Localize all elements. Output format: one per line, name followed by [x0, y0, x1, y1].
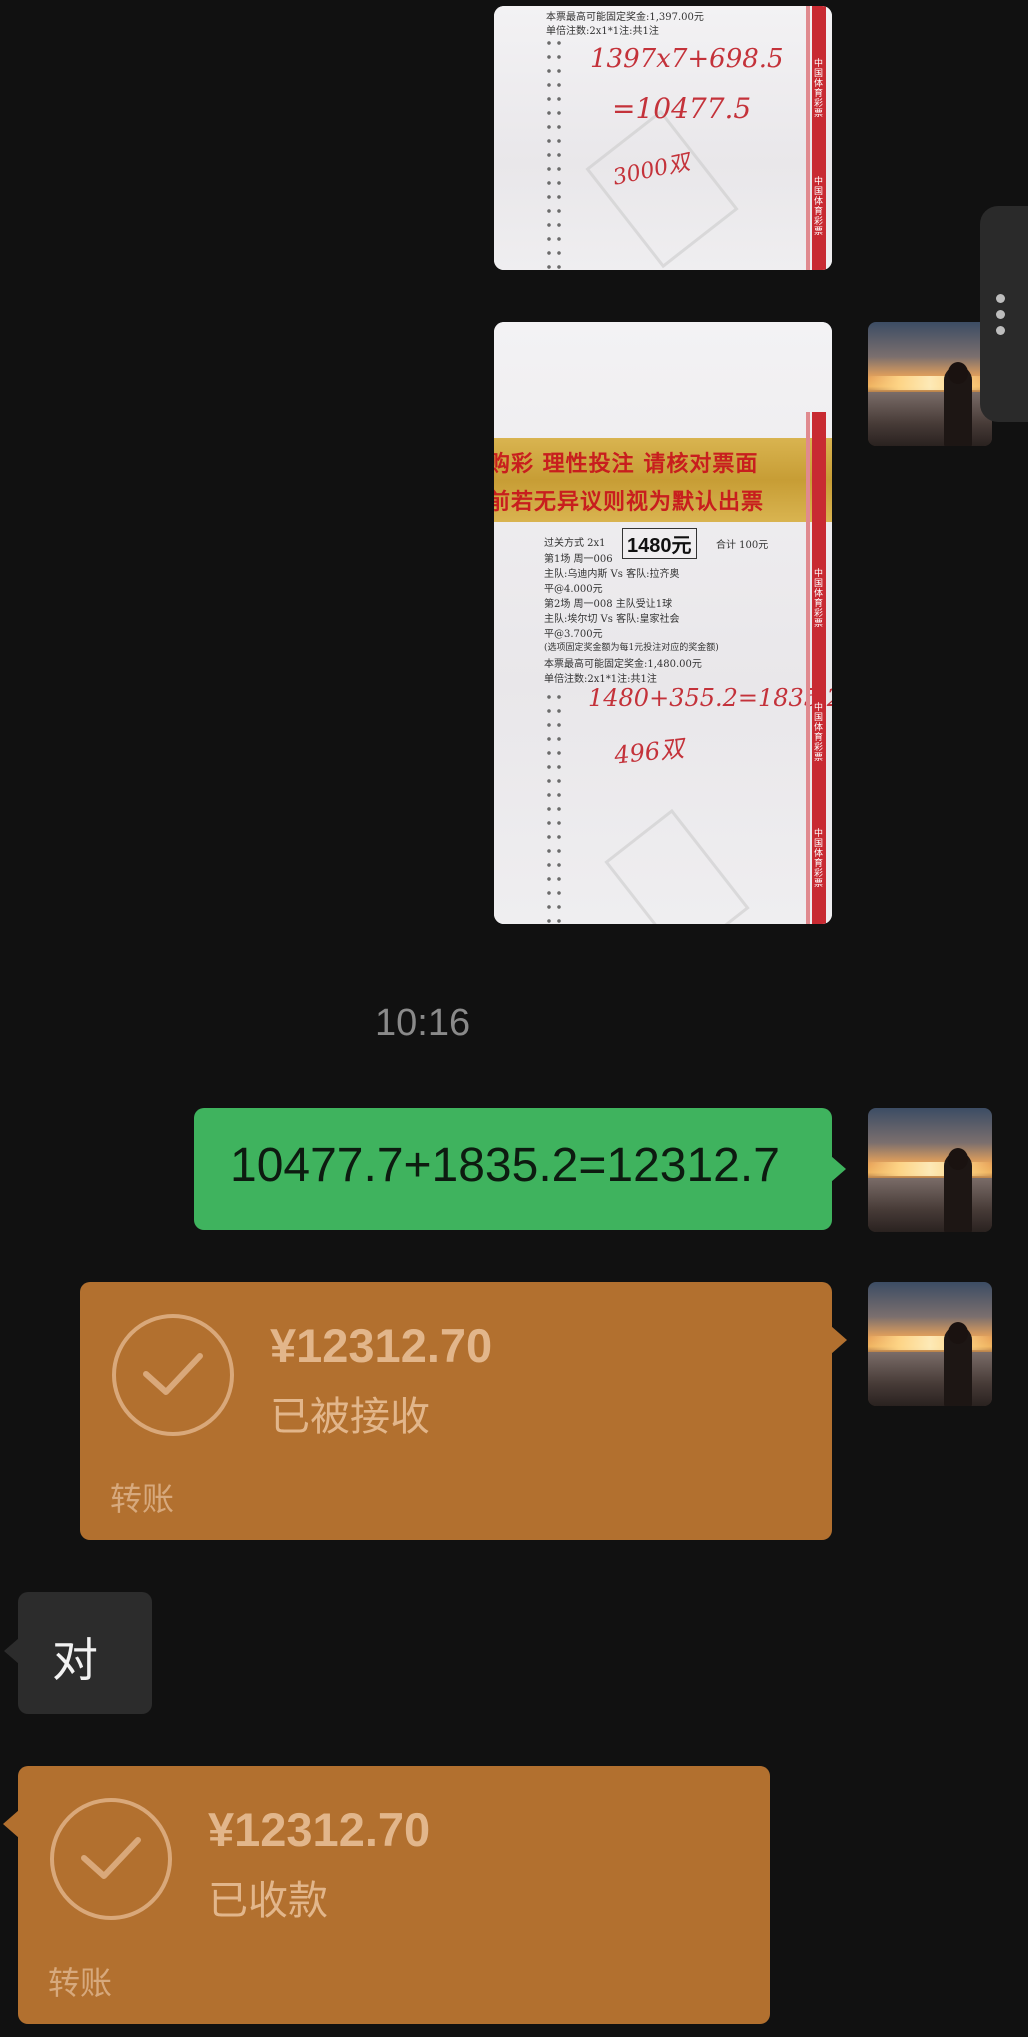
avatar[interactable]: [868, 1108, 992, 1232]
ticket-edge-text: 中国体育彩票: [812, 58, 822, 118]
ticket-edge-stripe: [806, 412, 810, 924]
transfer-status: 已收款: [208, 1878, 328, 1924]
ticket-line: 单倍注数:2x1*1注:共1注: [546, 26, 659, 37]
ticket-line: 第2场 周一008 主队受让1球: [544, 599, 673, 610]
message-text: 对: [52, 1633, 98, 1687]
handwritten-note: 496双: [612, 734, 686, 770]
ticket-edge-stripe: [806, 6, 810, 270]
ticket-line: 主队:乌迪内斯 Vs 客队:拉齐奥: [544, 569, 680, 580]
handle-dot: [996, 326, 1005, 335]
check-icon: [112, 1314, 234, 1436]
ticket-line: 平@4.000元: [544, 584, 603, 595]
avatar[interactable]: [868, 1282, 992, 1406]
transfer-label: 转账: [110, 1480, 175, 1518]
ticket-line: 平@3.700元: [544, 629, 603, 640]
prize-stamp: 1480元: [622, 528, 697, 559]
ticket-edge-text: 中国体育彩票: [812, 828, 822, 888]
ticket-edge-text: 中国体育彩票: [812, 702, 822, 762]
banner-line-2: 前若无异议则视为默认出票: [494, 490, 765, 515]
perforation-dots: [544, 36, 564, 270]
avatar[interactable]: [868, 322, 992, 446]
ticket-edge-text: 中国体育彩票: [812, 568, 822, 628]
sent-text-bubble[interactable]: 10477.7+1835.2=12312.7: [194, 1108, 846, 1230]
handwritten-calc: 1480+355.2=1835.2: [588, 684, 832, 712]
message-timestamp: 10:16: [375, 1002, 471, 1044]
banner-line-1: 购彩 理性投注 请核对票面: [494, 452, 759, 477]
message-text: 10477.7+1835.2=12312.7: [230, 1139, 780, 1192]
transfer-card-received[interactable]: ¥12312.70 已收款 转账: [3, 1766, 770, 2024]
transfer-card-sent[interactable]: ¥12312.70 已被接收 转账: [80, 1282, 847, 1540]
ticket-photo-2[interactable]: 购彩 理性投注 请核对票面 前若无异议则视为默认出票 1480元 合计 100元…: [494, 322, 832, 924]
transfer-label: 转账: [48, 1964, 113, 2002]
ticket-line: 过关方式 2x1: [544, 538, 606, 549]
transfer-status: 已被接收: [270, 1394, 430, 1440]
ticket-line: 本票最高可能固定奖金:1,480.00元: [544, 659, 702, 670]
side-drawer-handle[interactable]: [980, 206, 1028, 422]
handwritten-result: =10477.5: [612, 92, 752, 125]
ticket-banner: 购彩 理性投注 请核对票面 前若无异议则视为默认出票: [494, 438, 832, 522]
ticket-edge-text: 中国体育彩票: [812, 176, 822, 236]
ticket-line: 第1场 周一006: [544, 554, 613, 565]
perforation-dots: [544, 690, 564, 924]
transfer-amount: ¥12312.70: [208, 1803, 431, 1856]
ticket-line: 本票最高可能固定奖金:1,397.00元: [546, 12, 704, 23]
handle-dot: [996, 294, 1005, 303]
ticket-line: 单倍注数:2x1*1注:共1注: [544, 674, 657, 685]
transfer-amount: ¥12312.70: [270, 1319, 493, 1372]
handwritten-calc: 1397x7+698.5: [590, 44, 784, 74]
ticket-line: 主队:埃尔切 Vs 客队:皇家社会: [544, 614, 680, 625]
ticket-photo-1[interactable]: 本票最高可能固定奖金:1,397.00元 单倍注数:2x1*1注:共1注 139…: [494, 6, 832, 270]
handle-dot: [996, 310, 1005, 319]
check-icon: [50, 1798, 172, 1920]
ticket-total: 合计 100元: [716, 540, 769, 551]
received-text-bubble[interactable]: 对: [4, 1592, 152, 1714]
ticket-line: (选项固定奖金额为每1元投注对应的奖金额): [544, 643, 719, 653]
